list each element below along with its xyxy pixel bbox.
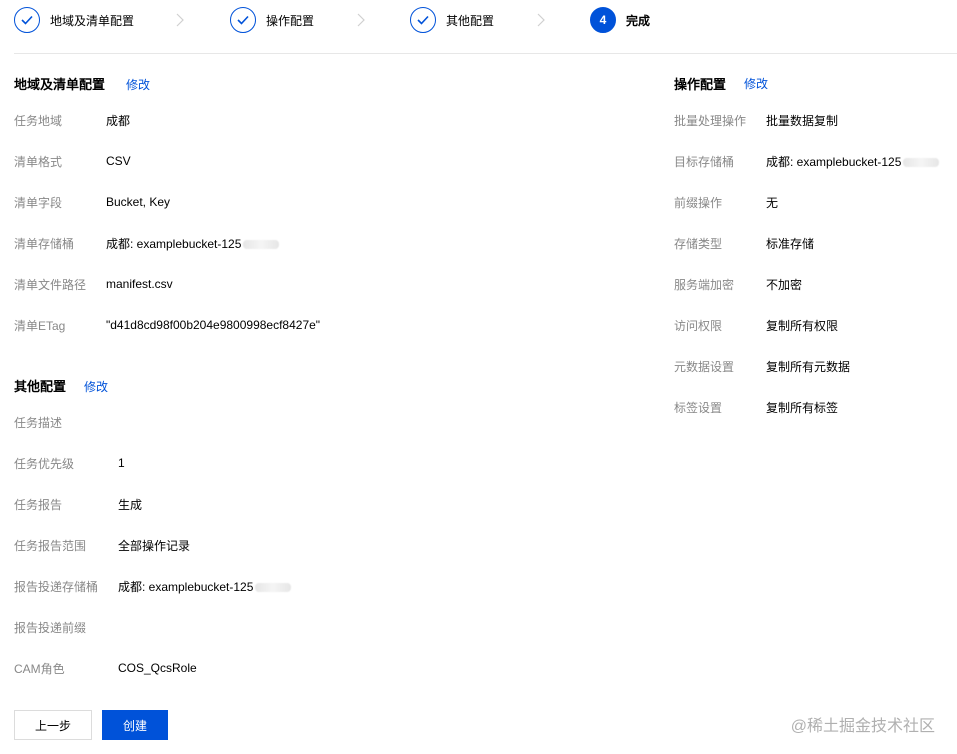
info-row: 报告投递存储桶 成都: examplebucket-125	[14, 578, 292, 594]
field-value: 全部操作记录	[118, 538, 191, 553]
field-label: 目标存储桶	[674, 154, 735, 169]
step-1: 地域及清单配置	[14, 5, 134, 35]
redacted-mask	[255, 582, 292, 592]
info-row: 前缀操作 无	[674, 194, 778, 210]
edit-region-manifest-link[interactable]: 修改	[126, 76, 150, 93]
create-button[interactable]: 创建	[102, 710, 168, 740]
field-value: Bucket, Key	[106, 195, 171, 209]
steps-bar: 地域及清单配置 操作配置 其他配置 4 完成	[14, 5, 957, 35]
field-label: 任务描述	[14, 415, 63, 430]
info-row: 批量处理操作 批量数据复制	[674, 112, 838, 128]
field-label: 任务报告	[14, 497, 63, 512]
info-row: 任务优先级 1	[14, 455, 125, 471]
field-value: 复制所有权限	[766, 318, 839, 333]
field-label: 标签设置	[674, 400, 723, 415]
field-value-wrap: 成都: examplebucket-125	[118, 578, 292, 595]
field-label: 报告投递前缀	[14, 620, 87, 635]
info-row: 清单存储桶 成都: examplebucket-125	[14, 235, 280, 251]
step-label: 地域及清单配置	[50, 13, 135, 28]
chevron-right-icon	[176, 13, 184, 30]
info-row: 清单文件路径 manifest.csv	[14, 276, 173, 292]
field-label: 清单ETag	[14, 318, 66, 333]
step-label: 其他配置	[446, 13, 495, 28]
section-title-other: 其他配置	[14, 379, 67, 394]
section-title-operation: 操作配置	[674, 77, 727, 92]
info-row: 报告投递前缀	[14, 619, 86, 635]
chevron-right-icon	[537, 13, 545, 30]
info-row: 存储类型 标准存储	[674, 235, 814, 251]
field-label: 任务地域	[14, 113, 63, 128]
field-label: 清单格式	[14, 154, 63, 169]
field-value: "d41d8cd98f00b204e9800998ecf8427e"	[106, 318, 321, 332]
info-row: 访问权限 复制所有权限	[674, 317, 838, 333]
info-row: 任务描述	[14, 414, 62, 430]
field-value: 成都: examplebucket-125	[106, 236, 242, 251]
info-row: 服务端加密 不加密	[674, 276, 802, 292]
field-label: 报告投递存储桶	[14, 579, 99, 594]
field-value: 无	[766, 195, 779, 210]
field-value: 不加密	[766, 277, 803, 292]
step-label: 操作配置	[266, 13, 315, 28]
field-label: 访问权限	[674, 318, 723, 333]
field-label: 存储类型	[674, 236, 723, 251]
field-value: 生成	[118, 497, 143, 512]
redacted-mask	[243, 239, 280, 249]
redacted-mask	[903, 157, 940, 167]
field-value: manifest.csv	[106, 277, 173, 291]
field-value-wrap: 成都: examplebucket-125	[766, 153, 940, 170]
info-row: 目标存储桶 成都: examplebucket-125	[674, 153, 940, 169]
info-row: 元数据设置 复制所有元数据	[674, 358, 850, 374]
field-label: 清单存储桶	[14, 236, 75, 251]
field-label: 任务报告范围	[14, 538, 87, 553]
field-label: CAM角色	[14, 661, 65, 676]
field-value: 1	[118, 456, 125, 470]
field-value: 复制所有元数据	[766, 359, 851, 374]
field-value: 复制所有标签	[766, 400, 839, 415]
previous-step-button[interactable]: 上一步	[14, 710, 92, 740]
field-value: 标准存储	[766, 236, 815, 251]
field-value: 批量数据复制	[766, 113, 839, 128]
step-number-badge: 4	[590, 7, 616, 33]
check-icon	[230, 7, 256, 33]
step-2: 操作配置	[230, 5, 314, 35]
field-label: 清单字段	[14, 195, 63, 210]
edit-operation-link[interactable]: 修改	[744, 75, 768, 92]
chevron-right-icon	[357, 13, 365, 30]
info-row: 任务报告 生成	[14, 496, 142, 512]
info-row: 清单格式 CSV	[14, 153, 131, 169]
section-title-region-manifest: 地域及清单配置	[14, 77, 106, 92]
step-label: 完成	[626, 13, 651, 28]
field-value-wrap: 成都: examplebucket-125	[106, 235, 280, 252]
field-label: 任务优先级	[14, 456, 75, 471]
info-row: 标签设置 复制所有标签	[674, 399, 838, 415]
info-row: 清单字段 Bucket, Key	[14, 194, 170, 210]
info-row: 清单ETag "d41d8cd98f00b204e9800998ecf8427e…	[14, 317, 320, 333]
field-label: 服务端加密	[674, 277, 735, 292]
info-row: CAM角色 COS_QcsRole	[14, 660, 197, 676]
info-row: 任务报告范围 全部操作记录	[14, 537, 190, 553]
step-3: 其他配置	[410, 5, 494, 35]
check-icon	[14, 7, 40, 33]
field-value: 成都: examplebucket-125	[766, 154, 902, 169]
field-value: CSV	[106, 154, 131, 168]
field-value: 成都	[106, 113, 131, 128]
watermark: @稀土掘金技术社区	[790, 718, 935, 735]
steps-divider	[14, 53, 957, 54]
field-value: COS_QcsRole	[118, 661, 197, 675]
step-4: 4 完成	[590, 5, 650, 35]
edit-other-link[interactable]: 修改	[84, 378, 108, 395]
field-label: 元数据设置	[674, 359, 735, 374]
info-row: 任务地域 成都	[14, 112, 130, 128]
field-label: 清单文件路径	[14, 277, 87, 292]
check-icon	[410, 7, 436, 33]
field-label: 批量处理操作	[674, 113, 747, 128]
field-value: 成都: examplebucket-125	[118, 579, 254, 594]
field-label: 前缀操作	[674, 195, 723, 210]
